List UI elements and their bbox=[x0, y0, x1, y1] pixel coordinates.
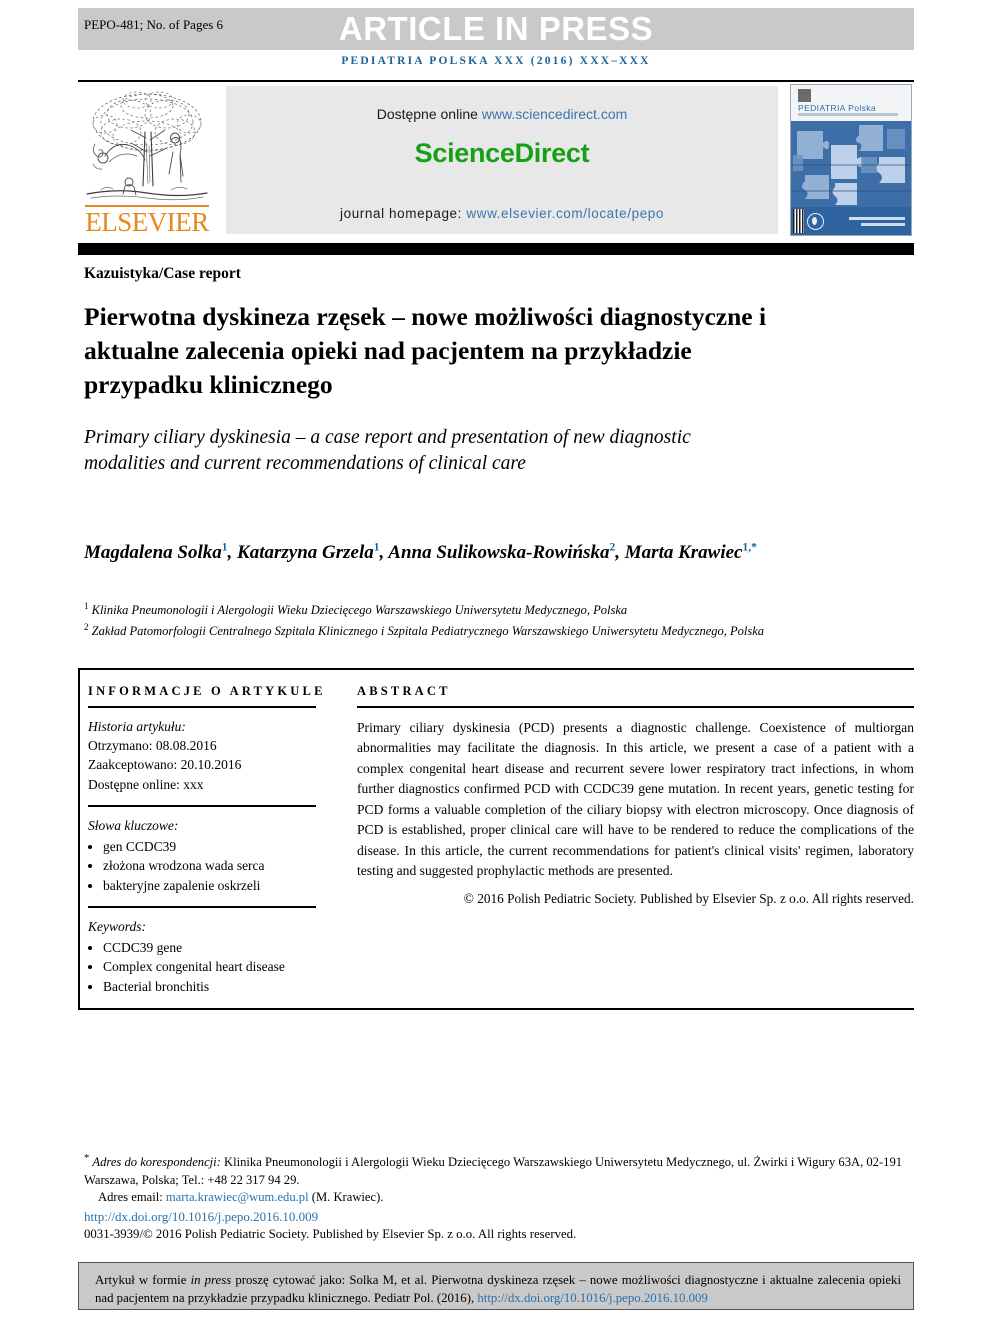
info-abstract-bottom-rule bbox=[78, 1008, 914, 1010]
cover-footer-line-2 bbox=[861, 223, 905, 226]
issn-copyright-line: 0031-3939/© 2016 Polish Pediatric Societ… bbox=[84, 1227, 577, 1242]
author-entry: Marta Krawiec1,* bbox=[625, 542, 757, 563]
author-name: Magdalena Solka bbox=[84, 542, 222, 564]
citation-doi-link[interactable]: http://dx.doi.org/10.1016/j.pepo.2016.10… bbox=[477, 1291, 707, 1305]
keywords-pl-list: gen CCDC39 złożona wrodzona wada serca b… bbox=[88, 837, 326, 896]
author-corresponding-marker: 1,* bbox=[742, 542, 757, 554]
affiliation-text: Klinika Pneumonologii i Alergologii Wiek… bbox=[91, 603, 628, 618]
abstract-copyright: © 2016 Polish Pediatric Society. Publish… bbox=[463, 890, 914, 906]
cover-footer-line-1 bbox=[849, 217, 905, 220]
sciencedirect-panel: Dostępne online www.sciencedirect.com Sc… bbox=[226, 86, 778, 234]
journal-article-first-page: ARTICLE IN PRESS PEPO-481; No. of Pages … bbox=[0, 0, 992, 1323]
cover-artwork-puzzle bbox=[791, 121, 911, 209]
article-history-label: Historia artykułu: bbox=[88, 718, 186, 734]
running-head: PEDIATRIA POLSKA XXX (2016) XXX–XXX bbox=[341, 55, 651, 67]
article-info-heading: INFORMACJE O ARTYKULE bbox=[88, 684, 326, 698]
elsevier-tree-icon bbox=[85, 86, 209, 204]
author-separator: , bbox=[227, 542, 238, 564]
email-line: Adres email: marta.krawiec@wum.edu.pl (M… bbox=[84, 1189, 914, 1207]
author-entry: Magdalena Solka1, bbox=[84, 542, 237, 563]
info-abstract-top-rule bbox=[78, 668, 914, 670]
author-name: Katarzyna Grzela bbox=[237, 542, 374, 564]
affiliation-item: 2 Zakład Patomorfologii Centralnego Szpi… bbox=[84, 619, 844, 640]
affiliation-marker: 2 bbox=[84, 621, 89, 632]
correspondence-label: Adres do korespondencji: bbox=[92, 1155, 221, 1170]
author-name: Anna Sulikowska-Rowińska bbox=[388, 542, 610, 564]
affiliation-marker: 1 bbox=[84, 601, 89, 611]
article-history-online: Dostępne online: xxx bbox=[88, 776, 204, 792]
footnote-block: * Adres do korespondencji: Klinika Pneum… bbox=[84, 1150, 914, 1244]
keyword-item: bakteryjne zapalenie oskrzeli bbox=[103, 876, 326, 896]
abstract-heading: ABSTRACT bbox=[357, 684, 451, 698]
elsevier-logo: ELSEVIER bbox=[83, 84, 211, 236]
abstract-body: Primary ciliary dyskinesia (PCD) present… bbox=[357, 719, 914, 879]
elsevier-wordmark: ELSEVIER bbox=[85, 207, 209, 237]
email-owner: (M. Krawiec). bbox=[311, 1190, 384, 1205]
author-name: Marta Krawiec bbox=[624, 542, 743, 564]
abstract-column: ABSTRACT Primary ciliary dyskinesia (PCD… bbox=[357, 684, 914, 907]
sciencedirect-url-link[interactable]: www.sciencedirect.com bbox=[482, 106, 628, 122]
citation-in-press: in press bbox=[190, 1273, 232, 1287]
cover-journal-title: PEDIATRIA Polska bbox=[798, 103, 877, 113]
info-abstract-left-rule bbox=[78, 668, 80, 1010]
correspondence-line: * Adres do korespondencji: Klinika Pneum… bbox=[84, 1150, 914, 1189]
keyword-item: Complex congenital heart disease bbox=[103, 957, 326, 977]
affiliation-text: Zakład Patomorfologii Centralnego Szpita… bbox=[91, 623, 765, 638]
email-label: Adres email: bbox=[98, 1190, 163, 1205]
masthead-top-rule bbox=[78, 80, 914, 82]
journal-cover-thumbnail: PEDIATRIA Polska bbox=[790, 84, 912, 236]
journal-homepage-line: journal homepage: www.elsevier.com/locat… bbox=[226, 206, 778, 221]
author-entry: Anna Sulikowska-Rowińska2, bbox=[388, 542, 624, 563]
keywords-en-list: CCDC39 gene Complex congenital heart dis… bbox=[88, 938, 326, 997]
keyword-item: złożona wrodzona wada serca bbox=[103, 856, 326, 876]
affiliation-list: 1 Klinika Pneumonologii i Alergologii Wi… bbox=[84, 598, 844, 639]
author-separator: , bbox=[379, 542, 389, 564]
article-history-accepted: Zaakceptowano: 20.10.2016 bbox=[88, 757, 242, 773]
keywords-pl-rule bbox=[88, 805, 316, 807]
cover-barcode-icon bbox=[793, 209, 804, 233]
doi-link[interactable]: http://dx.doi.org/10.1016/j.pepo.2016.10… bbox=[84, 1208, 914, 1226]
citation-notice-text: Artykuł w formie in press proszę cytować… bbox=[95, 1271, 901, 1307]
sciencedirect-logo: ScienceDirect bbox=[414, 138, 590, 168]
affiliation-item: 1 Klinika Pneumonologii i Alergologii Wi… bbox=[84, 598, 844, 619]
keywords-en-rule bbox=[88, 906, 316, 908]
available-online-line: Dostępne online www.sciencedirect.com bbox=[226, 106, 778, 122]
masthead-bottom-bar bbox=[78, 243, 914, 255]
article-title-polish: Pierwotna dyskineza rzęsek – nowe możliw… bbox=[84, 302, 767, 399]
cover-header: PEDIATRIA Polska bbox=[791, 85, 911, 121]
manuscript-id-label: PEPO-481; No. of Pages 6 bbox=[84, 17, 224, 32]
author-entry: Katarzyna Grzela1, bbox=[237, 542, 388, 563]
article-title-english: Primary ciliary dyskinesia – a case repo… bbox=[84, 427, 691, 474]
abstract-heading-rule bbox=[357, 706, 914, 708]
article-section-type: Kazuistyka/Case report bbox=[84, 265, 241, 282]
article-info-column: INFORMACJE O ARTYKULE Historia artykułu:… bbox=[88, 684, 326, 996]
cover-society-seal-icon bbox=[807, 213, 824, 230]
cover-subtitle-bar bbox=[798, 113, 898, 116]
article-info-heading-rule bbox=[88, 706, 316, 708]
cover-elsevier-mark-icon bbox=[798, 89, 811, 102]
citation-notice-box: Artykuł w formie in press proszę cytować… bbox=[78, 1262, 914, 1310]
citation-prefix: Artykuł w formie bbox=[95, 1273, 187, 1287]
journal-homepage-label: journal homepage: bbox=[339, 206, 463, 221]
author-list: Magdalena Solka1, Katarzyna Grzela1, Ann… bbox=[84, 535, 844, 566]
keyword-item: CCDC39 gene bbox=[103, 938, 326, 958]
available-online-label: Dostępne online bbox=[376, 106, 478, 122]
journal-homepage-link[interactable]: www.elsevier.com/locate/pepo bbox=[466, 206, 664, 221]
cover-footer bbox=[791, 207, 911, 235]
correspondence-marker: * bbox=[84, 1153, 90, 1164]
masthead: ELSEVIER Dostępne online www.sciencedire… bbox=[78, 84, 914, 239]
author-separator: , bbox=[615, 542, 625, 564]
keyword-item: Bacterial bronchitis bbox=[103, 977, 326, 997]
keywords-en-label: Keywords: bbox=[88, 918, 146, 934]
keyword-item: gen CCDC39 bbox=[103, 837, 326, 857]
article-history-received: Otrzymano: 08.08.2016 bbox=[88, 737, 217, 753]
email-link[interactable]: marta.krawiec@wum.edu.pl bbox=[166, 1190, 309, 1204]
keywords-pl-label: Słowa kluczowe: bbox=[88, 817, 179, 833]
